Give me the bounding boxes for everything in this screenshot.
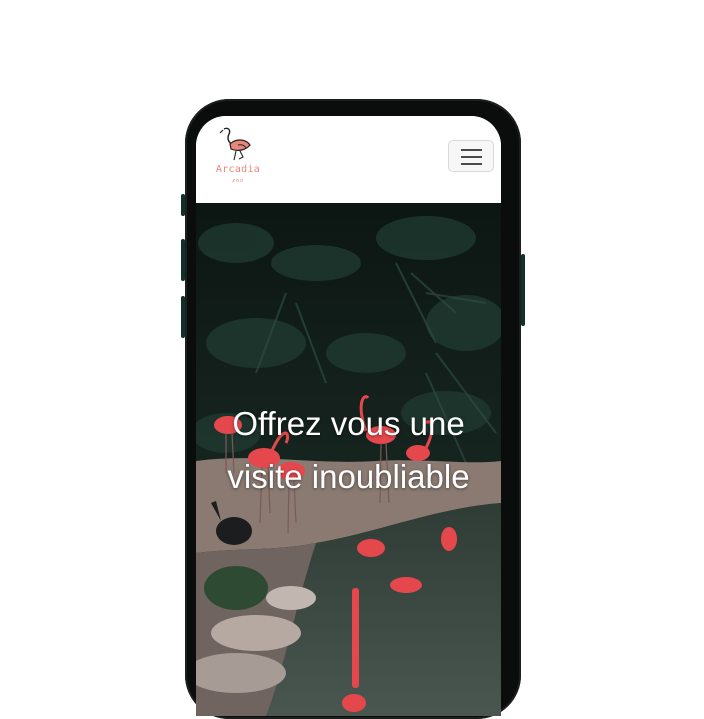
phone-mockup: Arcadia zoo Offrez vous une visite inoub…	[181, 99, 525, 719]
brand-subtitle: zoo	[231, 178, 245, 184]
phone-side-button	[181, 194, 185, 216]
navbar-toggle-button[interactable]	[448, 140, 494, 172]
phone-power-button	[521, 254, 525, 326]
flamingo-logo-icon	[219, 127, 251, 161]
brand-name: Arcadia	[215, 164, 261, 175]
phone-volume-down-button	[181, 296, 185, 338]
hero-title: Offrez vous une visite inoubliable	[227, 405, 470, 495]
hero-section: Offrez vous une visite inoubliable	[196, 203, 501, 716]
phone-volume-up-button	[181, 239, 185, 281]
brand-logo[interactable]: Arcadia zoo	[212, 126, 264, 190]
navbar: Arcadia zoo	[196, 116, 501, 203]
phone-screen: Arcadia zoo Offrez vous une visite inoub…	[196, 116, 501, 716]
